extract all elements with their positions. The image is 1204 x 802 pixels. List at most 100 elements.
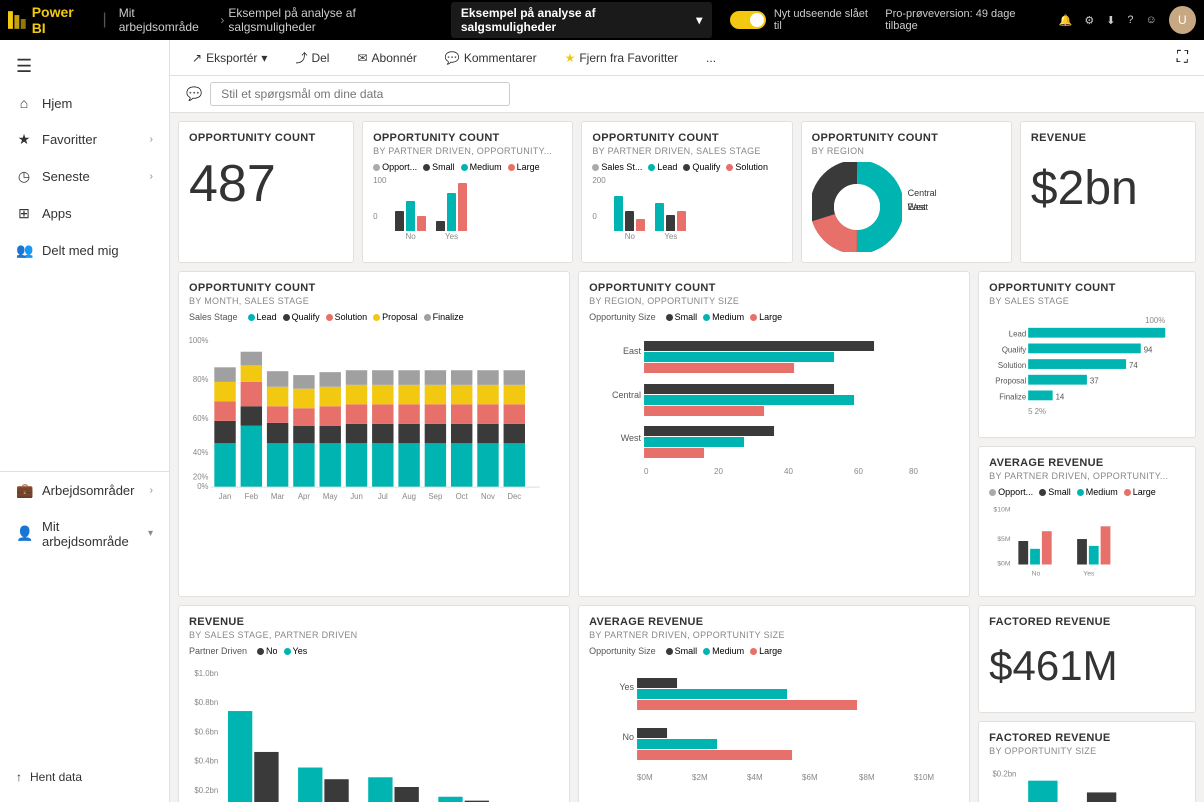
sidebar-label-workspaces: Arbejdsområder <box>42 483 135 498</box>
home-icon: ⌂ <box>16 95 32 111</box>
ask-input[interactable] <box>210 82 510 106</box>
download-icon[interactable]: ⬇ <box>1106 14 1115 27</box>
svg-text:$5M: $5M <box>997 536 1011 543</box>
svg-text:Yes: Yes <box>619 682 634 692</box>
sales-no-label: No <box>625 232 635 241</box>
workspace-label[interactable]: Mit arbejdsområde <box>119 6 217 34</box>
emoji-icon[interactable]: ☺ <box>1146 14 1157 26</box>
sales-bar-groups: No Yes <box>592 181 781 241</box>
y-100: 100 <box>373 176 386 185</box>
user-avatar[interactable]: U <box>1169 6 1196 34</box>
more-button[interactable]: ... <box>700 48 722 68</box>
fullscreen-icon: ⛶ <box>1177 49 1188 66</box>
settings-icon[interactable]: ⚙ <box>1084 14 1094 27</box>
report-dropdown-icon[interactable]: ▾ <box>696 13 702 27</box>
opp-month-subtitle: BY MONTH, SALES STAGE <box>189 296 559 306</box>
fullscreen-button[interactable]: ⛶ <box>1177 49 1188 67</box>
factored-rev2-subtitle: BY OPPORTUNITY SIZE <box>989 746 1185 756</box>
svg-text:$10M: $10M <box>914 773 934 782</box>
svg-text:$8M: $8M <box>859 773 875 782</box>
svg-text:Nov: Nov <box>481 492 495 501</box>
svg-text:60%: 60% <box>193 414 209 423</box>
card-opp-region-size: Opportunity Count BY REGION, OPPORTUNITY… <box>578 271 970 597</box>
factored-rev-title: Factored Revenue <box>989 616 1185 628</box>
bar-no-label: No <box>405 232 415 241</box>
sidebar-item-myworkspace[interactable]: 👤 Mit arbejdsområde ▾ <box>0 509 169 559</box>
region-hbar-chart: East Central West <box>589 326 959 486</box>
svg-text:$0.2bn: $0.2bn <box>194 786 218 795</box>
card-opp-count: Opportunity Count 487 <box>178 121 354 263</box>
label-west: West <box>908 202 937 212</box>
report-title-bar[interactable]: Eksempel på analyse af salgsmuligheder ▾ <box>451 2 712 38</box>
dashboard-row3: Revenue BY SALES STAGE, PARTNER DRIVEN P… <box>178 605 1196 802</box>
sb-yes-lead <box>655 203 664 231</box>
subscribe-button[interactable]: ✉ Abonnér <box>351 48 422 68</box>
legend-sales-st: Sales St... <box>592 162 642 172</box>
sales-y-200: 200 <box>592 176 605 185</box>
opp-region-legend: Opportunity Size Small Medium Large <box>589 312 959 322</box>
export-button[interactable]: ↗ Eksportér ▾ <box>186 48 273 68</box>
svg-text:Finalize: Finalize <box>999 392 1026 401</box>
export-label: Eksportér <box>206 51 257 65</box>
new-look-toggle[interactable] <box>730 11 765 29</box>
comment-button[interactable]: 💬 Kommentarer <box>439 48 543 68</box>
svg-text:Mar: Mar <box>271 492 285 501</box>
legend-opp-size: Opportunity Size <box>589 312 656 322</box>
topbar-logo: Power BI <box>8 4 91 36</box>
opp-sales-legend: Sales St... Lead Qualify Solution <box>592 162 781 172</box>
card-opp-sales: Opportunity Count BY PARTNER DRIVEN, SAL… <box>581 121 792 263</box>
svg-text:60: 60 <box>854 467 863 476</box>
sales-y-0: 0 <box>592 212 605 221</box>
svg-text:$0.6bn: $0.6bn <box>194 727 218 736</box>
opp-ss-title: Opportunity Count <box>989 282 1185 294</box>
legend-ar2-large: Large <box>750 646 782 656</box>
legend-rs-yes: Yes <box>284 646 308 656</box>
factored-rev-value: $461M <box>989 630 1185 702</box>
fav-star-icon: ★ <box>565 51 576 65</box>
sidebar-toggle[interactable]: ☰ <box>0 48 169 85</box>
help-icon[interactable]: ? <box>1127 14 1133 26</box>
avg-revenue-subtitle: BY PARTNER DRIVEN, OPPORTUNITY... <box>989 471 1185 481</box>
legend-ar-opport: Opport... <box>989 487 1033 497</box>
favorite-button[interactable]: ★ Fjern fra Favoritter <box>559 48 684 68</box>
recent-arrow: › <box>150 171 153 182</box>
right-content: ↗ Eksportér ▾ ⤴ Del ✉ Abonnér 💬 Kommenta… <box>170 40 1204 802</box>
avg-revenue-title: Average Revenue <box>989 457 1185 469</box>
avg-rev2-title: Average Revenue <box>589 616 959 628</box>
sidebar-item-favorites[interactable]: ★ Favoritter › <box>0 121 169 158</box>
dashboard-row1: Opportunity Count 487 Opportunity Count … <box>178 121 1196 263</box>
rev-sales-title: Revenue <box>189 616 559 628</box>
sales-bars-yes <box>655 183 686 231</box>
question-icon: 💬 <box>186 86 202 102</box>
sidebar-item-home[interactable]: ⌂ Hjem <box>0 85 169 121</box>
sidebar-item-recent[interactable]: ◷ Seneste › <box>0 158 169 195</box>
sidebar-item-apps[interactable]: ⊞ Apps <box>0 195 169 232</box>
sidebar-item-shared[interactable]: 👥 Delt med mig <box>0 232 169 269</box>
legend-r-small: Small <box>666 312 698 322</box>
star-icon: ★ <box>16 131 32 148</box>
svg-text:Lead: Lead <box>1009 330 1026 339</box>
bar-yes-label: Yes <box>445 232 458 241</box>
ask-bar: 💬 <box>170 76 1204 113</box>
opp-sales-subtitle: BY PARTNER DRIVEN, SALES STAGE <box>592 146 781 156</box>
subscribe-label: Abonnér <box>372 51 417 65</box>
svg-text:40: 40 <box>784 467 793 476</box>
report-path[interactable]: Eksempel på analyse af salgsmuligheder <box>228 6 442 34</box>
share-button[interactable]: ⤴ Del <box>289 46 335 69</box>
card-revenue: Revenue $2bn <box>1020 121 1196 263</box>
sidebar-item-workspaces[interactable]: 💼 Arbejdsområder › <box>0 472 169 509</box>
donut-chart <box>812 162 902 252</box>
svg-text:14: 14 <box>1056 392 1065 401</box>
get-data-button[interactable]: ↑ Hent data <box>0 760 169 794</box>
svg-text:40%: 40% <box>193 448 209 457</box>
svg-text:Jan: Jan <box>219 492 232 501</box>
svg-text:94: 94 <box>1144 345 1153 354</box>
svg-text:$4M: $4M <box>747 773 763 782</box>
opp-region-size-subtitle: BY REGION, OPPORTUNITY SIZE <box>589 296 959 306</box>
notification-icon[interactable]: 🔔 <box>1059 14 1073 27</box>
svg-text:$1.0bn: $1.0bn <box>194 669 218 678</box>
svg-text:20: 20 <box>714 467 723 476</box>
comment-label: Kommentarer <box>464 51 537 65</box>
svg-text:Oct: Oct <box>456 492 469 501</box>
legend-ar-large: Large <box>1124 487 1156 497</box>
